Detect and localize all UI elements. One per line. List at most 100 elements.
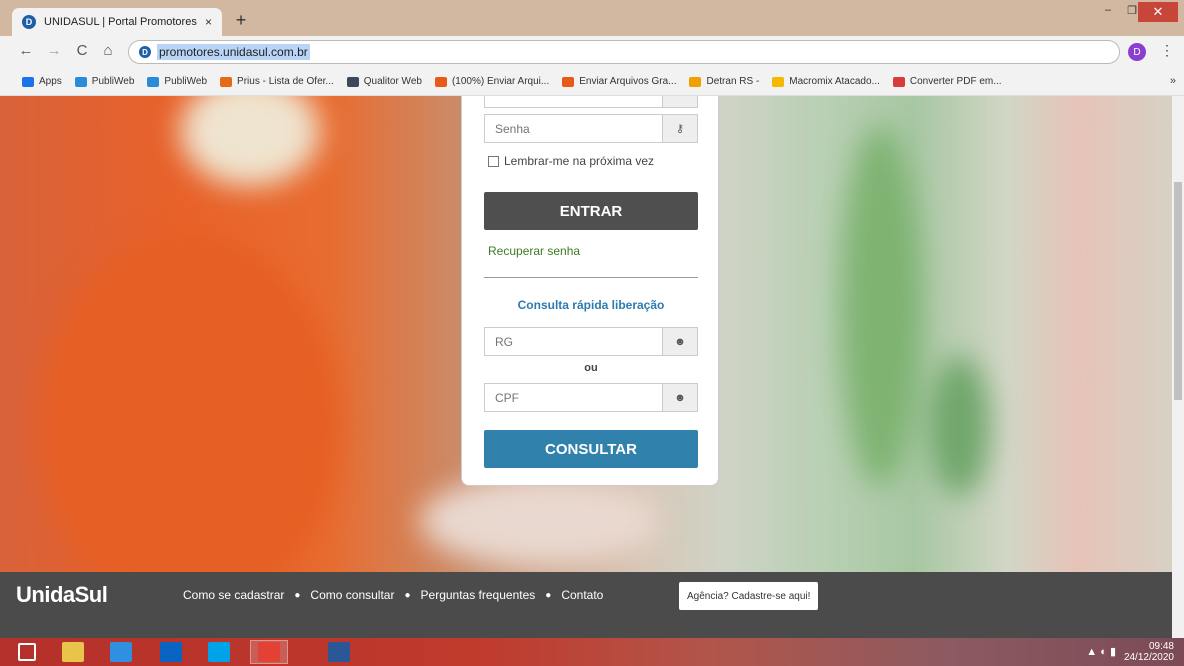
footer-separator: ● <box>404 589 411 601</box>
minimize-icon[interactable]: – <box>1096 4 1120 16</box>
browser-toolbar: ← → C ⌂ D promotores.unidasul.com.br D ⋮ <box>0 36 1184 68</box>
bookmark-icon <box>22 76 34 87</box>
key-icon: ⚷ <box>662 115 697 142</box>
outlook-icon <box>160 642 182 662</box>
bookmark-label: (100%) Enviar Arqui... <box>451 76 550 87</box>
home-icon[interactable]: ⌂ <box>98 42 118 59</box>
url-text[interactable]: promotores.unidasul.com.br <box>157 44 310 60</box>
footer-nav: Como se cadastrar ● Como consultar ● Pergunt… <box>183 588 603 602</box>
enter-button[interactable]: ENTRAR <box>484 192 698 230</box>
internet-explorer-icon <box>110 642 132 662</box>
user-icon <box>662 96 697 107</box>
bookmark-item[interactable]: Detran RS - <box>689 76 759 87</box>
bookmark-icon <box>74 76 87 87</box>
tab-title: UNIDASUL | Portal Promotores <box>44 16 197 28</box>
bookmark-icon <box>434 76 447 87</box>
reload-icon[interactable]: C <box>72 42 92 59</box>
start-icon <box>18 643 36 661</box>
bookmark-icon <box>772 76 785 87</box>
bookmark-icon <box>689 76 702 87</box>
profile-avatar[interactable]: D <box>1128 43 1146 61</box>
browser-menu-icon[interactable]: ⋮ <box>1160 42 1174 59</box>
bookmark-label: PubliWeb <box>91 76 135 87</box>
browser-tab-strip: D UNIDASUL | Portal Promotores × + – ❐ ✕ <box>0 0 1184 36</box>
bookmark-item[interactable]: Macromix Atacado... <box>772 76 880 87</box>
cpf-field[interactable]: ☻ <box>484 383 698 412</box>
recover-password-link[interactable]: Recuperar senha <box>488 244 580 258</box>
address-bar[interactable]: D promotores.unidasul.com.br <box>128 40 1120 64</box>
bookmark-label: Apps <box>39 76 62 87</box>
bookmark-item[interactable]: Converter PDF em... <box>892 76 1002 87</box>
background-shape <box>930 356 990 496</box>
internet-explorer-taskbar-icon[interactable] <box>102 640 140 664</box>
bookmarks-overflow-icon[interactable]: » <box>1170 75 1176 87</box>
background-shape <box>40 236 340 616</box>
password-input[interactable] <box>485 115 662 142</box>
start-taskbar-icon[interactable] <box>8 640 46 664</box>
rg-field[interactable]: ☻ <box>484 327 698 356</box>
divider <box>484 277 698 278</box>
outlook-taskbar-icon[interactable] <box>152 640 190 664</box>
page-viewport: ⚷ Lembrar-me na próxima vez ENTRAR Recup… <box>0 96 1172 638</box>
file-explorer-icon <box>62 642 84 662</box>
rg-input[interactable] <box>485 328 662 355</box>
cpf-input[interactable] <box>485 384 662 411</box>
footer-link[interactable]: Como consultar <box>310 588 394 602</box>
bookmark-label: Prius - Lista de Ofer... <box>237 76 334 87</box>
login-card: ⚷ Lembrar-me na próxima vez ENTRAR Recup… <box>461 96 719 486</box>
clock[interactable]: 09:48 24/12/2020 <box>1124 641 1174 663</box>
consult-button[interactable]: CONSULTAR <box>484 430 698 468</box>
forward-icon[interactable]: → <box>44 42 64 59</box>
bookmark-item[interactable]: PubliWeb <box>147 76 207 87</box>
username-field[interactable] <box>484 96 698 108</box>
scrollbar-thumb[interactable] <box>1174 182 1182 400</box>
chrome-taskbar-icon[interactable] <box>250 640 288 664</box>
site-favicon-icon: D <box>139 46 151 58</box>
tab-close-icon[interactable]: × <box>205 15 212 29</box>
bookmark-item[interactable]: Apps <box>22 76 62 87</box>
remember-checkbox[interactable] <box>488 155 499 167</box>
bookmark-item[interactable]: Prius - Lista de Ofer... <box>220 76 334 87</box>
back-icon[interactable]: ← <box>16 42 36 59</box>
user-icon: ☻ <box>662 384 697 411</box>
bookmark-item[interactable]: PubliWeb <box>74 76 135 87</box>
skype-icon <box>208 642 230 662</box>
unidasul-logo[interactable]: UnidaSul <box>16 582 108 608</box>
word-taskbar-icon[interactable] <box>320 640 358 664</box>
password-field[interactable]: ⚷ <box>484 114 698 143</box>
background-shape <box>840 126 920 486</box>
file-explorer-taskbar-icon[interactable] <box>54 640 92 664</box>
bookmark-icon <box>147 76 160 87</box>
site-favicon-icon: D <box>22 15 36 29</box>
username-input[interactable] <box>485 96 662 107</box>
agency-signup-button[interactable]: Agência? Cadastre-se aqui! <box>679 582 819 610</box>
window-close-button[interactable]: ✕ <box>1138 2 1178 22</box>
bookmark-icon <box>220 76 233 87</box>
footer-link[interactable]: Perguntas frequentes <box>421 588 536 602</box>
bookmark-icon <box>892 76 905 87</box>
chrome-icon <box>258 642 280 662</box>
user-icon: ☻ <box>662 328 697 355</box>
page-scrollbar[interactable] <box>1172 96 1184 638</box>
bookmark-label: Enviar Arquivos Gra... <box>579 76 677 87</box>
bookmark-label: Detran RS - <box>706 76 760 87</box>
footer-link[interactable]: Como se cadastrar <box>183 588 284 602</box>
quick-consult-title: Consulta rápida liberação <box>517 298 665 312</box>
clock-date: 24/12/2020 <box>1123 652 1174 663</box>
footer-link[interactable]: Contato <box>561 588 603 602</box>
bookmark-label: Qualitor Web <box>363 76 422 87</box>
or-label: ou <box>584 362 598 374</box>
bookmark-icon <box>562 76 575 87</box>
bookmark-item[interactable]: (100%) Enviar Arqui... <box>434 76 550 87</box>
system-tray-icons[interactable]: ▲ ◐ ▮ <box>1086 645 1116 658</box>
footer-separator: ● <box>294 589 301 601</box>
remember-me[interactable]: Lembrar-me na próxima vez <box>488 154 654 168</box>
skype-taskbar-icon[interactable] <box>200 640 238 664</box>
background-shape <box>420 476 660 566</box>
clock-time: 09:48 <box>1148 641 1174 652</box>
new-tab-button[interactable]: + <box>232 10 250 31</box>
bookmark-label: Converter PDF em... <box>909 76 1002 87</box>
bookmark-item[interactable]: Enviar Arquivos Gra... <box>562 76 676 87</box>
browser-tab[interactable]: D UNIDASUL | Portal Promotores × <box>12 8 222 36</box>
bookmark-item[interactable]: Qualitor Web <box>346 76 422 87</box>
